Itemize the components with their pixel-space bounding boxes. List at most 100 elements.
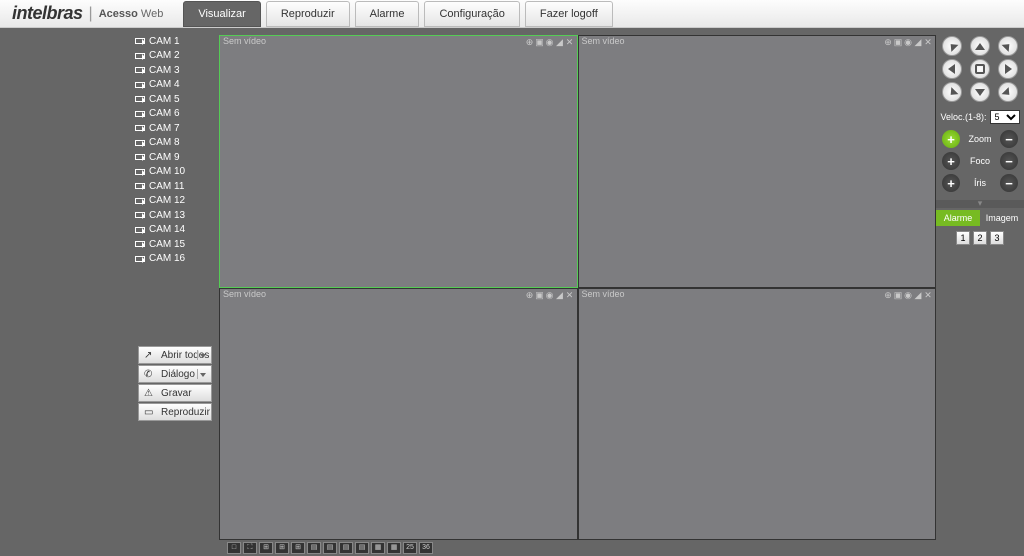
stream-icon[interactable]: ▣ <box>893 37 903 47</box>
no-video-label: Sem vídeo <box>582 289 625 299</box>
stream-icon[interactable]: ▣ <box>535 290 545 300</box>
sidebar: CAM 1 CAM 2 CAM 3 CAM 4 CAM 5 CAM 6 CAM … <box>0 28 219 556</box>
zoom-icon[interactable]: ⊕ <box>883 37 893 47</box>
tab-visualizar[interactable]: Visualizar <box>183 1 261 27</box>
tab-alarme[interactable]: Alarme <box>355 1 420 27</box>
camera-item[interactable]: CAM 4 <box>0 78 219 93</box>
open-all-button[interactable]: ↗Abrir todos <box>138 346 212 364</box>
layout-button[interactable]: ⊞ <box>291 542 305 554</box>
camera-item[interactable]: CAM 5 <box>0 92 219 107</box>
layout-button[interactable]: ⛶ <box>243 542 257 554</box>
iris-in-button[interactable]: + <box>942 174 960 192</box>
layout-button[interactable]: ▤ <box>323 542 337 554</box>
camera-item[interactable]: CAM 11 <box>0 179 219 194</box>
stream-icon[interactable]: ▣ <box>535 37 545 47</box>
record-button[interactable]: ⚠Gravar <box>138 384 212 402</box>
camera-icon <box>135 53 145 59</box>
layout-button[interactable]: ▤ <box>339 542 353 554</box>
expand-arrow-icon[interactable]: ▾ <box>936 200 1024 208</box>
audio-icon[interactable]: ◢ <box>555 37 565 47</box>
close-icon[interactable]: ✕ <box>923 290 933 300</box>
zoom-in-button[interactable]: + <box>942 130 960 148</box>
snapshot-icon[interactable]: ◉ <box>903 37 913 47</box>
camera-item[interactable]: CAM 9 <box>0 150 219 165</box>
zoom-icon[interactable]: ⊕ <box>883 290 893 300</box>
video-cell-4[interactable]: Sem vídeo ⊕▣◉◢✕ <box>578 288 937 541</box>
snapshot-icon[interactable]: ◉ <box>903 290 913 300</box>
camera-item[interactable]: CAM 14 <box>0 223 219 238</box>
camera-list: CAM 1 CAM 2 CAM 3 CAM 4 CAM 5 CAM 6 CAM … <box>0 34 219 295</box>
ptz-center-button[interactable] <box>970 59 990 79</box>
camera-item[interactable]: CAM 12 <box>0 194 219 209</box>
focus-in-button[interactable]: + <box>942 152 960 170</box>
ptz-down-button[interactable] <box>970 82 990 102</box>
ptz-down-left-button[interactable] <box>942 82 962 102</box>
layout-button[interactable]: ▤ <box>307 542 321 554</box>
layout-button[interactable]: ▦ <box>371 542 385 554</box>
ptz-dpad <box>939 36 1021 102</box>
no-video-label: Sem vídeo <box>582 36 625 46</box>
camera-item[interactable]: CAM 7 <box>0 121 219 136</box>
tab-logoff[interactable]: Fazer logoff <box>525 1 613 27</box>
layout-button[interactable]: 25 <box>403 542 417 554</box>
video-cell-3[interactable]: Sem vídeo ⊕▣◉◢✕ <box>219 288 578 541</box>
image-tab[interactable]: Imagem <box>980 210 1024 226</box>
ptz-up-left-button[interactable] <box>942 36 962 56</box>
tab-configuracao[interactable]: Configuração <box>424 1 519 27</box>
layout-button[interactable]: ▦ <box>387 542 401 554</box>
camera-icon <box>135 125 145 131</box>
layout-button[interactable]: ⊞ <box>275 542 289 554</box>
camera-item[interactable]: CAM 15 <box>0 237 219 252</box>
ptz-up-button[interactable] <box>970 36 990 56</box>
audio-icon[interactable]: ◢ <box>913 290 923 300</box>
iris-out-button[interactable]: − <box>1000 174 1018 192</box>
zoom-icon[interactable]: ⊕ <box>525 290 535 300</box>
reproduce-button[interactable]: ▭Reproduzir <box>138 403 212 421</box>
close-icon[interactable]: ✕ <box>565 290 575 300</box>
dialog-button[interactable]: ✆Diálogo <box>138 365 212 383</box>
camera-icon <box>135 111 145 117</box>
alarm-tab[interactable]: Alarme <box>936 210 980 226</box>
ptz-down-right-button[interactable] <box>998 82 1018 102</box>
camera-item[interactable]: CAM 8 <box>0 136 219 151</box>
preset-3-button[interactable]: 3 <box>990 231 1004 245</box>
focus-out-button[interactable]: − <box>1000 152 1018 170</box>
camera-item[interactable]: CAM 2 <box>0 49 219 64</box>
layout-button[interactable]: ▤ <box>355 542 369 554</box>
layout-toolbar: □ ⛶ ⊞ ⊞ ⊞ ▤ ▤ ▤ ▤ ▦ ▦ 25 36 <box>219 540 936 556</box>
preset-2-button[interactable]: 2 <box>973 231 987 245</box>
snapshot-icon[interactable]: ◉ <box>545 37 555 47</box>
snapshot-icon[interactable]: ◉ <box>545 290 555 300</box>
audio-icon[interactable]: ◢ <box>913 37 923 47</box>
close-icon[interactable]: ✕ <box>923 37 933 47</box>
preset-1-button[interactable]: 1 <box>956 231 970 245</box>
close-icon[interactable]: ✕ <box>565 37 575 47</box>
zoom-icon[interactable]: ⊕ <box>525 37 535 47</box>
camera-icon <box>135 169 145 175</box>
zoom-out-button[interactable]: − <box>1000 130 1018 148</box>
speed-select[interactable]: 5 <box>990 110 1020 124</box>
camera-icon <box>135 140 145 146</box>
iris-label: Íris <box>966 178 994 188</box>
no-video-label: Sem vídeo <box>223 36 266 46</box>
camera-item[interactable]: CAM 3 <box>0 63 219 78</box>
camera-item[interactable]: CAM 10 <box>0 165 219 180</box>
ptz-right-button[interactable] <box>998 59 1018 79</box>
camera-item[interactable]: CAM 13 <box>0 208 219 223</box>
camera-item[interactable]: CAM 6 <box>0 107 219 122</box>
video-cell-2[interactable]: Sem vídeo ⊕▣◉◢✕ <box>578 35 937 288</box>
layout-button[interactable]: 36 <box>419 542 433 554</box>
tab-reproduzir[interactable]: Reproduzir <box>266 1 350 27</box>
no-video-label: Sem vídeo <box>223 289 266 299</box>
camera-icon <box>135 67 145 73</box>
stream-icon[interactable]: ▣ <box>893 290 903 300</box>
camera-item[interactable]: CAM 16 <box>0 252 219 267</box>
video-cell-1[interactable]: Sem vídeo ⊕▣◉◢✕ <box>219 35 578 288</box>
ptz-up-right-button[interactable] <box>998 36 1018 56</box>
ptz-left-button[interactable] <box>942 59 962 79</box>
layout-button[interactable]: □ <box>227 542 241 554</box>
camera-item[interactable]: CAM 1 <box>0 34 219 49</box>
audio-icon[interactable]: ◢ <box>555 290 565 300</box>
layout-button[interactable]: ⊞ <box>259 542 273 554</box>
speed-row: Veloc.(1-8): 5 <box>939 110 1021 124</box>
